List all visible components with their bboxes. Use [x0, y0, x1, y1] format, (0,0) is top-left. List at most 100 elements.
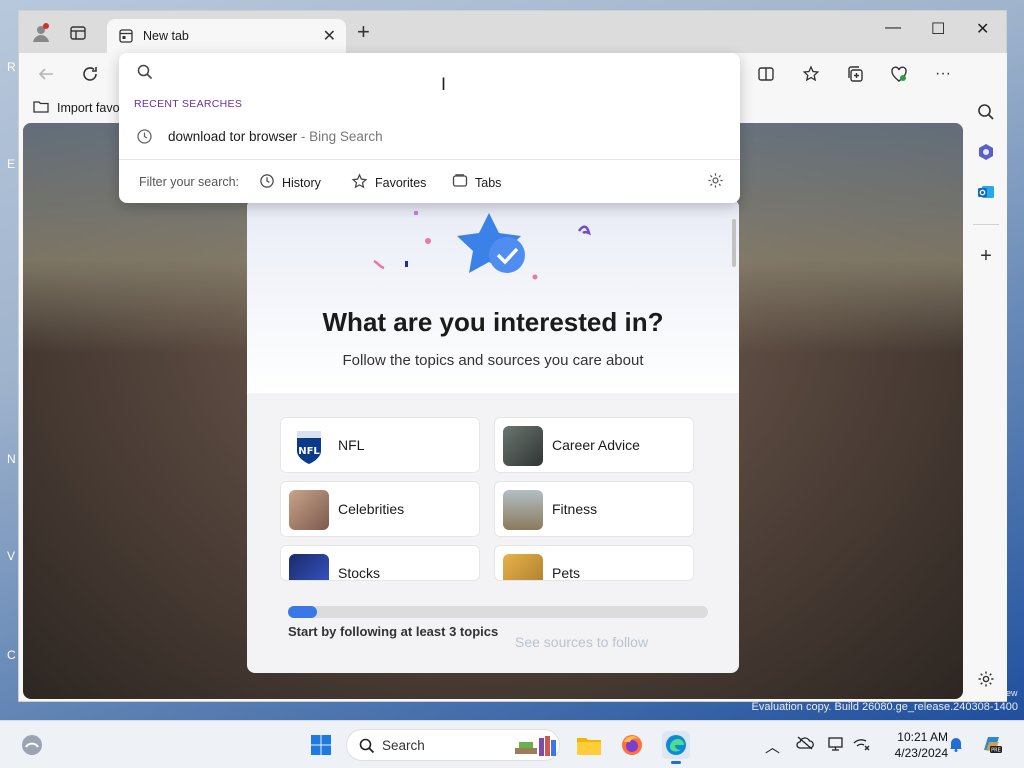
close-window-icon[interactable]: ✕ — [976, 19, 989, 39]
copilot-preview-icon[interactable]: PRE — [980, 732, 1004, 760]
search-icon[interactable] — [976, 102, 996, 122]
filter-history-label: History — [282, 175, 321, 190]
new-tab-button[interactable]: + — [357, 21, 370, 43]
settings-more-icon[interactable]: ··· — [932, 63, 954, 85]
split-screen-icon[interactable] — [755, 63, 777, 85]
clock-date: 4/23/2024 — [894, 746, 948, 760]
back-icon[interactable] — [35, 63, 57, 85]
tab-new-tab[interactable]: New tab ✕ — [107, 19, 346, 53]
filter-label: Filter your search: — [139, 175, 240, 189]
filter-history-button[interactable]: History — [259, 173, 321, 192]
search-icon — [359, 738, 375, 757]
topic-pets[interactable]: Pets — [494, 545, 694, 581]
taskbar-clock[interactable]: 10:21 AM 4/23/2024 — [880, 729, 948, 761]
widgets-icon[interactable] — [18, 731, 46, 759]
topic-label: Career Advice — [552, 437, 640, 453]
edge-sidebar: + — [965, 53, 1007, 701]
topic-stocks[interactable]: Stocks — [280, 545, 480, 581]
text-cursor-icon: I — [441, 75, 447, 95]
desktop-icon-label[interactable]: N — [7, 452, 16, 466]
new-tab-page-icon — [119, 29, 133, 46]
firefox-icon[interactable] — [618, 731, 646, 759]
outlook-icon[interactable] — [976, 182, 996, 202]
follow-prompt: Start by following at least 3 topics — [288, 624, 499, 639]
recent-search-text: download tor browser - Bing Search — [168, 129, 383, 144]
search-icon — [137, 64, 153, 83]
star-icon — [351, 173, 368, 193]
celebration-star-icon — [373, 211, 591, 280]
active-app-indicator — [671, 761, 681, 764]
desktop-icon-label[interactable]: E — [7, 157, 15, 171]
card-scrollbar[interactable] — [732, 219, 736, 267]
profile-icon[interactable] — [31, 23, 51, 43]
tab-title: New tab — [143, 29, 189, 43]
notification-bell-icon[interactable] — [949, 736, 963, 756]
topic-label: Celebrities — [338, 501, 405, 517]
topic-celebrities[interactable]: Celebrities — [280, 481, 480, 537]
fitness-image — [503, 490, 543, 530]
onedrive-offline-icon[interactable] — [796, 736, 814, 754]
topic-label: Stocks — [338, 565, 381, 581]
interests-heading: What are you interested in? — [322, 307, 664, 337]
taskbar-search-box[interactable]: Search — [346, 729, 560, 761]
search-settings-gear-icon[interactable] — [707, 172, 724, 192]
interests-card: What are you interested in? Follow the t… — [247, 199, 739, 673]
topic-label: Pets — [552, 565, 581, 581]
import-icon — [33, 99, 49, 116]
tabs-icon — [452, 173, 468, 192]
network-disconnected-icon[interactable] — [853, 736, 871, 756]
follow-progress-bar — [288, 606, 708, 618]
history-icon — [136, 128, 153, 148]
refresh-icon[interactable] — [79, 63, 101, 85]
see-sources-link[interactable]: See sources to follow — [515, 634, 648, 650]
file-explorer-icon[interactable] — [575, 731, 603, 759]
evaluation-watermark: Evaluation copy. Build 26080.ge_release.… — [751, 701, 1018, 713]
browser-essentials-icon[interactable] — [888, 63, 910, 85]
add-sidebar-app-icon[interactable]: + — [976, 245, 996, 267]
import-favorites-button[interactable]: Import favo — [33, 99, 120, 116]
desktop-icon-label[interactable]: C — [7, 648, 16, 662]
nfl-logo-icon: NFL — [289, 426, 329, 466]
microsoft-365-icon[interactable] — [976, 142, 996, 162]
address-bar[interactable] — [119, 53, 740, 93]
filter-tabs-button[interactable]: Tabs — [452, 173, 501, 192]
minimize-icon[interactable]: — — [885, 19, 901, 37]
maximize-icon[interactable]: ☐ — [931, 19, 945, 39]
stocks-image — [289, 554, 329, 580]
recent-searches-heading: RECENT SEARCHES — [134, 98, 243, 110]
sidebar-divider — [973, 224, 999, 225]
close-tab-icon[interactable]: ✕ — [323, 26, 336, 46]
desktop-icon-label[interactable]: R — [7, 60, 16, 74]
favorites-icon[interactable] — [800, 63, 822, 85]
address-bar-dropdown: RECENT SEARCHES download tor browser - B… — [119, 53, 740, 203]
filter-favorites-button[interactable]: Favorites — [351, 173, 426, 193]
interests-subheading: Follow the topics and sources you care a… — [342, 352, 644, 369]
filter-favorites-label: Favorites — [375, 176, 427, 190]
topic-label: Fitness — [552, 501, 598, 517]
clock-time: 10:21 AM — [897, 730, 948, 744]
recent-search-query: download tor browser — [168, 129, 298, 144]
pets-image — [503, 554, 543, 580]
celebrities-image — [289, 490, 329, 530]
svg-text:NFL: NFL — [298, 446, 320, 457]
start-windows-icon[interactable] — [307, 731, 335, 759]
title-bar: New tab ✕ + — ☐ ✕ — [19, 11, 1006, 53]
topic-nfl[interactable]: NFL NFL — [280, 417, 480, 473]
topic-fitness[interactable]: Fitness — [494, 481, 694, 537]
topic-career-advice[interactable]: Career Advice — [494, 417, 694, 473]
recent-search-item[interactable]: download tor browser - Bing Search — [119, 119, 740, 153]
history-icon — [259, 173, 275, 192]
edge-taskbar-icon[interactable] — [662, 731, 690, 764]
workspaces-icon[interactable] — [68, 23, 88, 43]
topic-label: NFL — [338, 437, 365, 453]
career-advice-image — [503, 426, 543, 466]
dropdown-divider — [119, 159, 740, 160]
display-icon[interactable] — [828, 736, 844, 756]
follow-progress-fill — [288, 606, 318, 618]
sidebar-settings-gear-icon[interactable] — [976, 669, 996, 689]
chevron-up-icon[interactable]: ︿ — [765, 736, 780, 757]
desktop-icon-label[interactable]: V — [7, 549, 15, 563]
collections-icon[interactable] — [844, 63, 866, 85]
watermark-fragment: ew — [1006, 688, 1018, 698]
filter-tabs-label: Tabs — [475, 175, 502, 190]
